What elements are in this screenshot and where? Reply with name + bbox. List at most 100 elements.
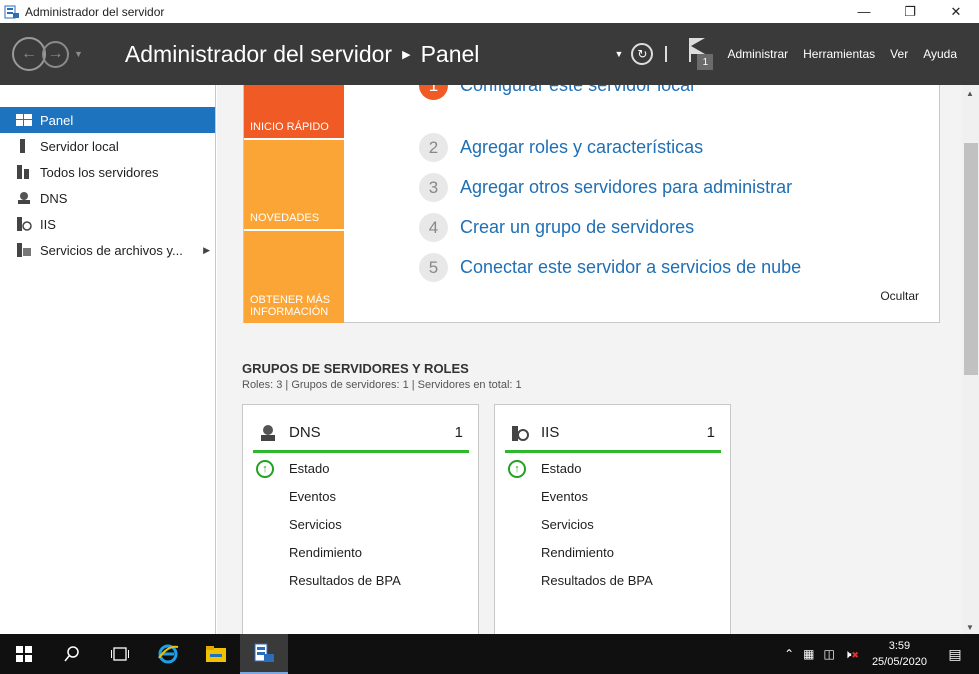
refresh-dropdown-icon[interactable]: ▼ [615, 49, 624, 59]
menu-ver[interactable]: Ver [890, 47, 908, 61]
expand-arrow-icon[interactable]: ▶ [203, 245, 210, 256]
vertical-scrollbar[interactable]: ▲ ▼ [962, 85, 979, 634]
step-number: 4 [419, 213, 448, 242]
sidebar-item-label: Servicios de archivos y... [40, 242, 183, 258]
quickstart-step[interactable]: 4 Crear un grupo de servidores [419, 213, 694, 242]
breadcrumb-root[interactable]: Administrador del servidor [125, 41, 392, 68]
server-manager-taskbar-icon[interactable] [240, 634, 288, 674]
step-link[interactable]: Agregar otros servidores para administra… [460, 177, 792, 198]
card-row-label: Estado [289, 461, 330, 476]
network-icon[interactable]: ◫ [823, 647, 834, 661]
sidebar-item-dns[interactable]: DNS [0, 185, 215, 211]
all-servers-icon [16, 165, 32, 179]
sidebar-item-panel[interactable]: Panel [0, 107, 215, 133]
card-row-services[interactable]: Servicios [289, 517, 342, 532]
chevron-up-icon[interactable]: ⌃ [784, 647, 794, 661]
internet-explorer-icon[interactable] [144, 634, 192, 674]
hide-link[interactable]: Ocultar [880, 289, 919, 303]
action-center-icon[interactable]: ▤ [941, 646, 969, 663]
taskbar: ⌃ ▦ ◫ 🕨✖ 3:59 25/05/2020 ▤ [0, 634, 979, 674]
card-row-label: Estado [541, 461, 582, 476]
card-title: DNS [289, 424, 321, 441]
section-title: GRUPOS DE SERVIDORES Y ROLES [242, 361, 469, 376]
iis-icon [16, 217, 32, 231]
sidebar-item-label: Servidor local [40, 138, 119, 154]
clock-time: 3:59 [888, 640, 911, 652]
step-number: 5 [419, 253, 448, 282]
restore-button[interactable]: ❐ [887, 0, 933, 23]
notifications-flag-icon[interactable]: 1 [687, 38, 714, 70]
quickstart-step[interactable]: 3 Agregar otros servidores para administ… [419, 173, 792, 202]
card-title: IIS [541, 424, 560, 441]
card-row-status[interactable]: ↑ Estado [508, 460, 582, 478]
breadcrumb: Administrador del servidor ▶ Panel [125, 41, 479, 68]
sidebar-item-iis[interactable]: IIS [0, 211, 215, 237]
menu-administrar[interactable]: Administrar [727, 47, 788, 61]
card-row-performance[interactable]: Rendimiento [289, 545, 362, 560]
sidebar-item-label: Panel [40, 112, 74, 128]
menu-ayuda[interactable]: Ayuda [923, 47, 957, 61]
card-row-bpa[interactable]: Resultados de BPA [541, 573, 653, 588]
card-row-status[interactable]: ↑ Estado [256, 460, 330, 478]
tray-app-icon[interactable]: ▦ [803, 647, 814, 661]
sidebar-item-label: Todos los servidores [40, 164, 159, 180]
section-subtitle: Roles: 3 | Grupos de servidores: 1 | Ser… [242, 379, 522, 391]
step-link[interactable]: Agregar roles y características [460, 137, 703, 158]
sidebar-item-local-server[interactable]: Servidor local [0, 133, 215, 159]
card-row-bpa[interactable]: Resultados de BPA [289, 573, 401, 588]
scrollbar-thumb[interactable] [964, 143, 978, 375]
volume-muted-icon[interactable]: 🕨✖ [844, 647, 859, 662]
quickstart-step[interactable]: 1 Configurar este servidor local [419, 85, 694, 100]
refresh-icon[interactable]: ↻ [631, 43, 654, 65]
history-dropdown-icon[interactable]: ▼ [74, 49, 83, 59]
windows-logo-icon [16, 646, 32, 662]
search-icon[interactable] [48, 634, 96, 674]
tile-whats-new[interactable]: NOVEDADES [244, 140, 344, 229]
status-ok-icon: ↑ [256, 460, 274, 478]
card-row-events[interactable]: Eventos [541, 489, 588, 504]
sidebar-item-label: IIS [40, 216, 56, 232]
card-count: 1 [706, 424, 715, 441]
close-button[interactable]: ✕ [933, 0, 979, 23]
sidebar-item-file-services[interactable]: Servicios de archivos y... ▶ [0, 237, 215, 263]
iis-icon [511, 424, 529, 442]
card-header[interactable]: IIS 1 [505, 415, 721, 453]
quickstart-step[interactable]: 5 Conectar este servidor a servicios de … [419, 253, 801, 282]
sidebar-item-all-servers[interactable]: Todos los servidores [0, 159, 215, 185]
header-bar: ← → ▼ Administrador del servidor ▶ Panel… [0, 23, 979, 85]
file-explorer-icon[interactable] [192, 634, 240, 674]
server-manager-icon [4, 5, 20, 19]
scroll-down-icon[interactable]: ▼ [966, 623, 974, 632]
role-card-iis: IIS 1 ↑ Estado Eventos Servicios Rendimi… [494, 404, 731, 634]
task-view-icon[interactable] [96, 634, 144, 674]
card-row-performance[interactable]: Rendimiento [541, 545, 614, 560]
card-row-events[interactable]: Eventos [289, 489, 336, 504]
start-button[interactable] [0, 634, 48, 674]
step-number: 1 [419, 85, 448, 100]
role-card-dns: DNS 1 ↑ Estado Eventos Servicios Rendimi… [242, 404, 479, 634]
minimize-button[interactable]: — [841, 0, 887, 23]
window-title: Administrador del servidor [25, 4, 165, 19]
card-count: 1 [454, 424, 463, 441]
back-button[interactable]: ← [12, 37, 46, 71]
clock[interactable]: 3:59 25/05/2020 [872, 638, 927, 670]
dns-icon [16, 191, 32, 205]
forward-button[interactable]: → [42, 40, 69, 68]
title-bar: Administrador del servidor — ❐ ✕ [0, 0, 979, 23]
tile-learn-more[interactable]: OBTENER MÁS INFORMACIÓN [244, 231, 344, 323]
step-number: 3 [419, 173, 448, 202]
breadcrumb-current: Panel [420, 40, 480, 67]
step-number: 2 [419, 133, 448, 162]
main-content: INICIO RÁPIDO NOVEDADES OBTENER MÁS INFO… [217, 85, 962, 634]
card-header[interactable]: DNS 1 [253, 415, 469, 453]
dns-icon [259, 424, 277, 442]
clock-date: 25/05/2020 [871, 656, 927, 668]
tile-quick-start[interactable]: INICIO RÁPIDO [244, 85, 344, 138]
menu-herramientas[interactable]: Herramientas [803, 47, 875, 61]
scroll-up-icon[interactable]: ▲ [966, 89, 974, 98]
quickstart-step[interactable]: 2 Agregar roles y características [419, 133, 703, 162]
step-link[interactable]: Crear un grupo de servidores [460, 217, 694, 238]
card-row-services[interactable]: Servicios [541, 517, 594, 532]
step-link[interactable]: Configurar este servidor local [460, 85, 694, 96]
step-link[interactable]: Conectar este servidor a servicios de nu… [460, 257, 801, 278]
